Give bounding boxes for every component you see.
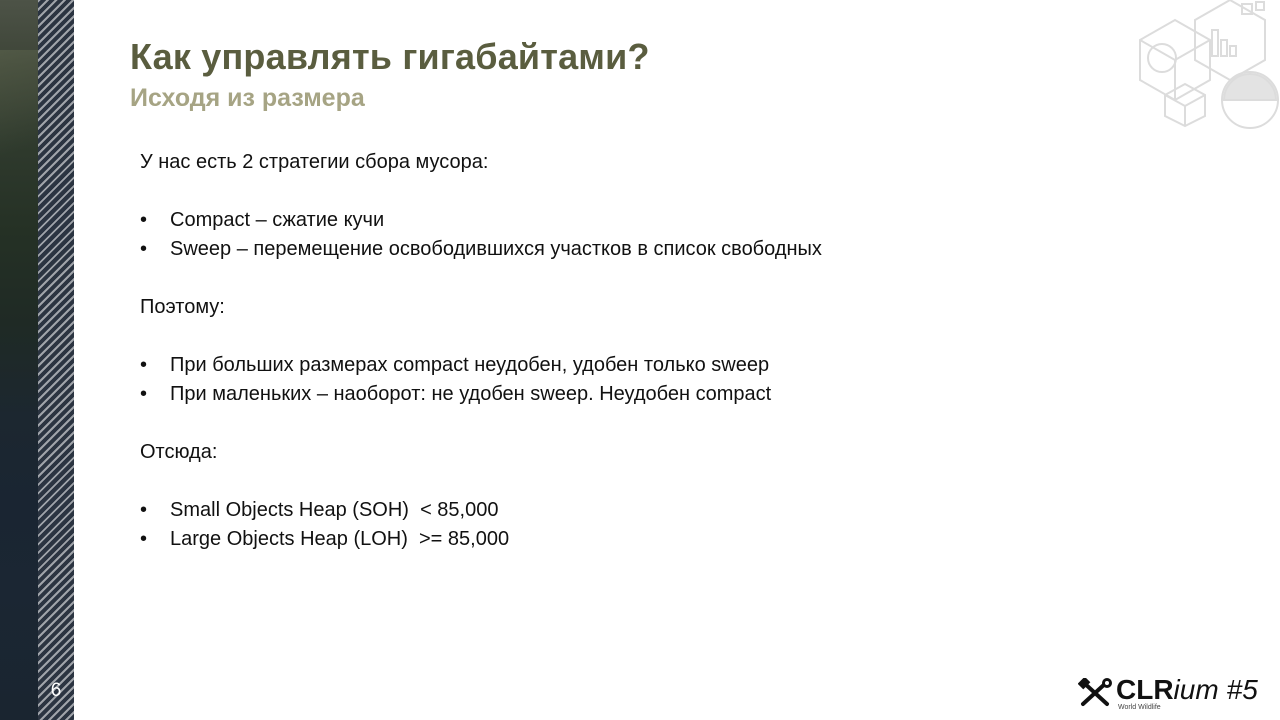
bullet: • <box>140 383 148 405</box>
bullet: • <box>140 354 148 376</box>
clrium-logo: CLRium #5 World Wildlife <box>1078 674 1268 714</box>
bullet: • <box>140 499 148 521</box>
therefore-list: • При больших размерах compact неудобен, … <box>140 351 1140 409</box>
list-item: • При больших размерах compact неудобен, … <box>140 351 1140 380</box>
intro-text: У нас есть 2 стратегии сбора мусора: <box>140 151 489 173</box>
slide-title: Как управлять гигабайтами? <box>130 36 650 77</box>
hence-label: Отсюда: <box>140 441 218 463</box>
bullet: • <box>140 238 148 260</box>
list-item: • Compact – сжатие кучи <box>140 206 1140 235</box>
decorative-cubes-graphic <box>1139 0 1279 129</box>
logo-tagline: World Wildlife <box>1118 704 1161 711</box>
strategies-list: • Compact – сжатие кучи • Sweep – перемеще… <box>140 206 1140 264</box>
heap-list: • Small Objects Heap (SOH) < 85,000 • Larg… <box>140 496 1140 554</box>
list-item: • Small Objects Heap (SOH) < 85,000 <box>140 496 1140 525</box>
sidebar-photo <box>0 0 38 720</box>
list-item: • При маленьких – наоборот: не удобен swe… <box>140 380 1140 409</box>
list-item-text: Small Objects Heap (SOH) < 85,000 <box>170 499 499 521</box>
list-item-text: Large Objects Heap (LOH) >= 85,000 <box>170 528 510 550</box>
slide-number: 6 <box>50 680 62 701</box>
list-item-text: Sweep – перемещение освободившихся участ… <box>170 238 822 260</box>
slide-subtitle: Исходя из размера <box>130 84 365 112</box>
logo-ium: ium <box>1173 674 1219 705</box>
slide-content: У нас есть 2 стратегии сбора мусора: • Co… <box>140 148 1140 554</box>
bullet: • <box>140 528 148 550</box>
list-item: • Large Objects Heap (LOH) >= 85,000 <box>140 525 1140 554</box>
bullet: • <box>140 209 148 231</box>
therefore-label: Поэтому: <box>140 296 225 318</box>
sidebar-stripes <box>38 0 74 720</box>
logo-wordmark: CLRium #5 <box>1116 674 1258 706</box>
crossed-tools-icon <box>1078 678 1112 706</box>
logo-clr: CLR <box>1116 674 1174 705</box>
list-item-text: Compact – сжатие кучи <box>170 209 385 231</box>
list-item-text: При больших размерах compact неудобен, у… <box>170 354 770 376</box>
logo-edition: #5 <box>1226 674 1258 705</box>
list-item: • Sweep – перемещение освободившихся учас… <box>140 235 1140 264</box>
list-item-text: При маленьких – наоборот: не удобен swee… <box>170 383 772 405</box>
